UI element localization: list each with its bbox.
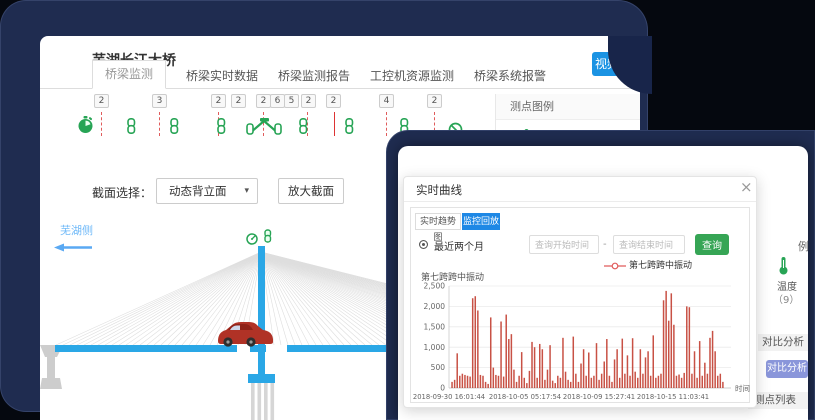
sensor-count-badge[interactable]: 5	[284, 94, 299, 108]
thermometer-icon	[778, 256, 789, 279]
chain-link-icon[interactable]	[297, 118, 309, 138]
tab-ipc-resource[interactable]: 工控机资源监测	[370, 67, 454, 84]
sensor-count-badge[interactable]: 2	[231, 94, 246, 108]
query-button[interactable]: 查询	[695, 234, 729, 255]
sensor-count-badge[interactable]: 2	[256, 94, 271, 108]
legend-marker-icon	[604, 262, 626, 270]
svg-text:时间: 时间	[735, 383, 750, 393]
query-end-input[interactable]	[613, 235, 685, 254]
svg-text:2,500: 2,500	[424, 282, 446, 291]
tower-pier	[248, 374, 275, 420]
temperature-count: （9）	[773, 291, 799, 306]
sensor-count-badge[interactable]: 2	[301, 94, 316, 108]
sensor-tick	[334, 112, 335, 136]
legend-panel-title: 测点图例	[496, 94, 640, 120]
trend-chart: 0 500 1,000 1,500 2,000 2,500 2018-09-30 16:01…	[411, 280, 753, 404]
deck-gap	[237, 345, 250, 352]
series-legend[interactable]: 第七跨跨中振动	[604, 258, 692, 271]
recent-range-label: 最近两个月	[434, 238, 484, 253]
tab-realtime-trend[interactable]: 实时趋势图	[415, 213, 461, 230]
compare-section-header: 对比分析	[758, 334, 808, 351]
series-legend-label: 第七跨跨中振动	[629, 261, 692, 271]
bg-legend-partial-text: 例	[798, 238, 808, 254]
section-select-value: 动态背立面	[169, 184, 227, 198]
query-start-input[interactable]	[529, 235, 599, 254]
sensor-count-badge[interactable]: 2	[211, 94, 226, 108]
tab-monitoring-report[interactable]: 桥梁监测报告	[278, 67, 350, 84]
range-separator: -	[603, 239, 607, 250]
svg-text:2018-09-30 16:01:44: 2018-09-30 16:01:44	[413, 393, 485, 401]
tab-bridge-monitoring[interactable]: 桥梁监测	[92, 60, 166, 89]
deck-gap	[266, 345, 287, 352]
sensor-count-badge[interactable]: 3	[152, 94, 167, 108]
tab-realtime-data[interactable]: 桥梁实时数据	[186, 67, 258, 84]
svg-text:1,000: 1,000	[424, 343, 446, 352]
chevron-down-icon: ▾	[244, 179, 249, 203]
tab-system-alarm[interactable]: 桥梁系统报警	[474, 67, 546, 84]
sensor-count-badge[interactable]: 4	[379, 94, 394, 108]
stage: 芜湖长江大桥 桥梁监测 桥梁实时数据 桥梁监测报告 工控机资源监测 桥梁系统报警…	[0, 0, 815, 420]
realtime-curve-dialog: 实时曲线 × 实时趋势图 监控回放 最近两个月 - 查询 第七跨跨中振动 第七跨…	[403, 176, 757, 408]
chain-link-icon[interactable]	[125, 118, 137, 138]
svg-text:2018-10-15 11:03:41: 2018-10-15 11:03:41	[637, 393, 709, 401]
dialog-title: 实时曲线	[416, 182, 462, 198]
sensor-count-badge[interactable]: 2	[94, 94, 109, 108]
bridge-crane-icon[interactable]	[245, 116, 285, 140]
svg-text:1,500: 1,500	[424, 322, 446, 331]
sensor-tick	[159, 112, 160, 136]
bridge-tower	[258, 246, 265, 374]
recent-range-radio[interactable]	[419, 240, 428, 249]
tab-monitor-playback[interactable]: 监控回放	[462, 213, 500, 230]
section-select[interactable]: 动态背立面 ▾	[156, 178, 258, 204]
sensor-count-badge[interactable]: 6	[270, 94, 285, 108]
points-list-header: 测点列表	[748, 392, 808, 409]
svg-text:500: 500	[431, 363, 446, 372]
svg-text:2,000: 2,000	[424, 302, 446, 311]
dialog-header-divider	[404, 201, 756, 202]
chain-link-icon[interactable]	[343, 118, 355, 138]
chain-link-icon[interactable]	[215, 118, 227, 138]
tower-sensor-icons[interactable]	[247, 230, 271, 244]
compare-analysis-button[interactable]: 对比分析	[766, 360, 808, 378]
section-select-label: 截面选择：	[92, 184, 152, 201]
close-icon[interactable]: ×	[740, 178, 753, 196]
svg-text:2018-10-05 05:17:54: 2018-10-05 05:17:54	[489, 393, 561, 401]
sensor-tick	[386, 112, 387, 136]
svg-text:2018-10-09 15:27:41: 2018-10-09 15:27:41	[563, 393, 635, 401]
zoom-section-button[interactable]: 放大截面	[278, 178, 344, 204]
sensor-count-badge[interactable]: 2	[427, 94, 442, 108]
dialog-content-panel: 实时趋势图 监控回放 最近两个月 - 查询 第七跨跨中振动 第七跨跨中振动 05…	[410, 207, 750, 403]
sensor-tick	[101, 112, 102, 136]
svg-text:0: 0	[440, 384, 445, 393]
chain-link-icon[interactable]	[168, 118, 180, 138]
sensor-count-badge[interactable]: 2	[326, 94, 341, 108]
stopwatch-icon[interactable]	[78, 116, 93, 138]
